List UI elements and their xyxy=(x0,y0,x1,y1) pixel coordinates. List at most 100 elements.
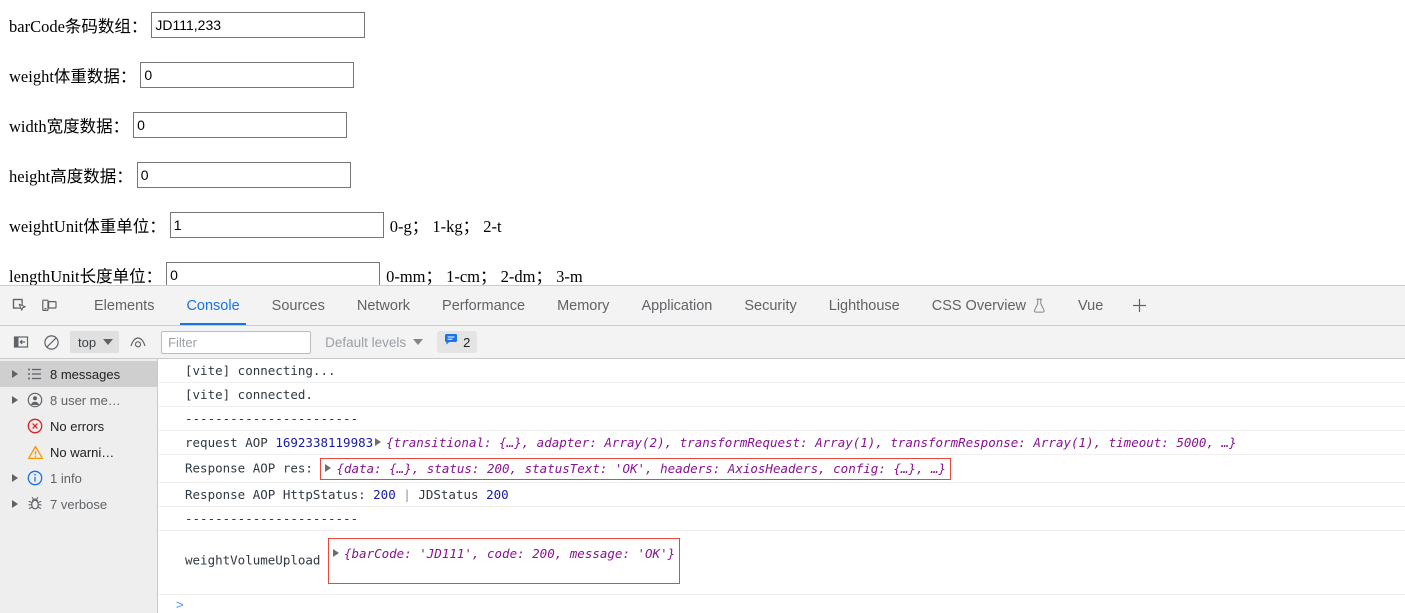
console-message: ----------------------- xyxy=(158,407,1405,431)
expand-arrow-icon[interactable] xyxy=(8,474,22,482)
tab-memory[interactable]: Memory xyxy=(541,286,625,325)
status-separator: | xyxy=(403,486,411,502)
expand-arrow-icon[interactable] xyxy=(8,500,22,508)
tab-elements[interactable]: Elements xyxy=(78,286,170,325)
devtools-tabs: Elements Console Sources Network Perform… xyxy=(78,286,1160,325)
tab-console[interactable]: Console xyxy=(170,286,255,325)
weight-unit-label: weightUnit体重单位： xyxy=(9,217,166,236)
console-prompt[interactable]: > xyxy=(158,595,1405,613)
speech-bubble-icon xyxy=(444,333,458,351)
execution-context-value: top xyxy=(78,334,97,350)
length-unit-label: lengthUnit长度单位： xyxy=(9,267,163,286)
jd-status-label: JDStatus xyxy=(418,486,487,502)
expand-object-icon[interactable] xyxy=(325,463,332,472)
sidebar-item-label: 8 user me… xyxy=(50,392,121,408)
sidebar-item-label: 8 messages xyxy=(50,366,121,382)
user-icon xyxy=(22,392,48,408)
form-row-weight-unit: weightUnit体重单位： 0-g； 1-kg； 2-t xyxy=(0,200,1405,250)
weight-unit-input[interactable] xyxy=(169,212,384,238)
sidebar-item-label: No warni… xyxy=(50,444,115,460)
form-area: barCode条码数组： weight体重数据： width宽度数据： heig… xyxy=(0,0,1405,288)
console-message-response-aop-res: Response AOP res: {data: {…}, status: 20… xyxy=(158,455,1405,483)
request-config-object[interactable]: {transitional: {…}, adapter: Array(2), t… xyxy=(386,435,1236,450)
device-toolbar-icon[interactable] xyxy=(34,286,64,325)
filter-input[interactable] xyxy=(161,330,312,354)
weight-unit-hint: 0-g； 1-kg； 2-t xyxy=(389,217,502,236)
warning-icon xyxy=(22,445,48,460)
sidebar-item-errors[interactable]: No errors xyxy=(0,413,157,439)
sidebar-item-user-messages[interactable]: 8 user me… xyxy=(0,387,157,413)
console-filter-bar: top Default levels 2 xyxy=(0,326,1405,359)
sidebar-item-label: No errors xyxy=(50,418,105,434)
request-timestamp: 1692338119983 xyxy=(275,434,374,450)
bug-icon xyxy=(22,496,48,512)
upload-result-object[interactable]: {barCode: 'JD111', code: 200, message: '… xyxy=(344,546,675,561)
user-messages-badge[interactable]: 2 xyxy=(437,331,478,353)
expand-object-icon[interactable] xyxy=(333,549,339,557)
tab-vue[interactable]: Vue xyxy=(1062,286,1119,325)
tab-security[interactable]: Security xyxy=(728,286,812,325)
live-expression-icon[interactable] xyxy=(123,329,153,355)
tab-application[interactable]: Application xyxy=(625,286,728,325)
tab-css-overview[interactable]: CSS Overview xyxy=(916,286,1062,325)
sidebar-item-info[interactable]: 1 info xyxy=(0,465,157,491)
barcode-input[interactable] xyxy=(151,12,366,38)
error-icon xyxy=(22,418,48,434)
weight-input[interactable] xyxy=(140,62,355,88)
console-message: ----------------------- xyxy=(158,507,1405,531)
expand-arrow-icon[interactable] xyxy=(8,370,22,378)
sidebar-item-messages[interactable]: 8 messages xyxy=(0,361,157,387)
width-label: width宽度数据： xyxy=(9,117,130,136)
log-levels-selector[interactable]: Default levels xyxy=(325,334,424,350)
tab-label: Application xyxy=(641,297,713,314)
highlight-box-response: {data: {…}, status: 200, statusText: 'OK… xyxy=(320,457,952,480)
chevron-down-icon xyxy=(413,339,424,345)
sidebar-item-label: 7 verbose xyxy=(50,496,108,512)
jd-status-value: 200 xyxy=(486,486,509,502)
console-message: [vite] connecting... xyxy=(158,359,1405,383)
tab-lighthouse[interactable]: Lighthouse xyxy=(813,286,916,325)
chevron-down-icon xyxy=(103,339,114,345)
inspect-element-icon[interactable] xyxy=(4,286,34,325)
sidebar-item-label: 1 info xyxy=(50,470,82,486)
tab-label: Security xyxy=(744,297,797,314)
console-body: 8 messages 8 user me… No errors No warni… xyxy=(0,359,1405,613)
user-message-count: 2 xyxy=(463,334,471,350)
sidebar-item-warnings[interactable]: No warni… xyxy=(0,439,157,465)
console-message: [vite] connected. xyxy=(158,383,1405,407)
response-object[interactable]: {data: {…}, status: 200, statusText: 'OK… xyxy=(336,461,946,476)
highlight-box-upload: {barCode: 'JD111', code: 200, message: '… xyxy=(328,538,681,584)
tab-network[interactable]: Network xyxy=(341,286,426,325)
console-message-http-status: Response AOP HttpStatus: 200 | JDStatus … xyxy=(158,483,1405,507)
weight-label: weight体重数据： xyxy=(9,67,137,86)
message-label: Response AOP res: xyxy=(185,460,321,475)
show-console-sidebar-icon[interactable] xyxy=(6,329,36,355)
message-label: weightVolumeUpload xyxy=(185,552,328,568)
tab-label: Console xyxy=(186,297,240,314)
form-row-height: height高度数据： xyxy=(0,150,1405,200)
message-text: [vite] connected. xyxy=(185,386,313,402)
tab-sources[interactable]: Sources xyxy=(256,286,341,325)
divider-text: ----------------------- xyxy=(185,510,359,526)
add-tab-icon[interactable] xyxy=(1119,286,1160,325)
sidebar-item-verbose[interactable]: 7 verbose xyxy=(0,491,157,517)
log-levels-label: Default levels xyxy=(325,334,407,350)
height-label: height高度数据： xyxy=(9,167,133,186)
width-input[interactable] xyxy=(133,112,348,138)
tab-label: Sources xyxy=(271,297,325,314)
expand-object-icon[interactable] xyxy=(375,437,382,446)
clear-console-icon[interactable] xyxy=(36,329,66,355)
form-row-weight: weight体重数据： xyxy=(0,50,1405,100)
console-message-list[interactable]: [vite] connecting... [vite] connected. -… xyxy=(158,359,1405,613)
tab-label: Network xyxy=(356,297,411,314)
tab-label: Performance xyxy=(442,297,526,314)
message-label: request AOP xyxy=(185,434,276,450)
execution-context-selector[interactable]: top xyxy=(70,331,120,353)
flask-icon xyxy=(1033,298,1046,313)
devtools-tabstrip: Elements Console Sources Network Perform… xyxy=(0,286,1405,326)
tab-label: Vue xyxy=(1078,297,1104,314)
height-input[interactable] xyxy=(136,162,351,188)
tab-performance[interactable]: Performance xyxy=(426,286,541,325)
expand-arrow-icon[interactable] xyxy=(8,396,22,404)
console-sidebar: 8 messages 8 user me… No errors No warni… xyxy=(0,359,158,613)
